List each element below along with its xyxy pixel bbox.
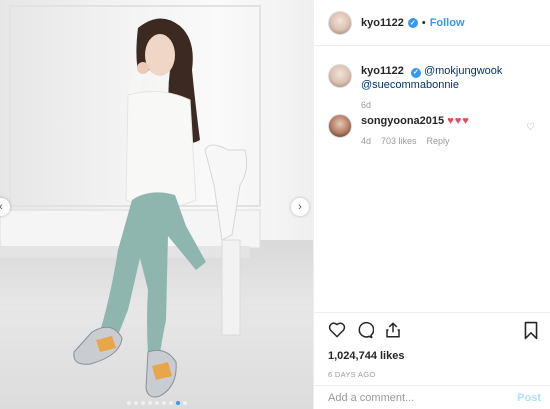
post-date[interactable]: 6 DAYS AGO: [328, 370, 375, 379]
post-photo[interactable]: ‹ ›: [0, 0, 313, 409]
share-upload-icon[interactable]: [384, 321, 402, 339]
comment-bubble-icon[interactable]: [356, 321, 374, 339]
header-username[interactable]: kyo1122: [361, 17, 404, 29]
comment-age[interactable]: 4d: [361, 134, 371, 148]
verified-badge-icon: ✓: [407, 17, 418, 28]
comment-row: songyoona2015 ♥♥♥ 4d 703 likes Reply: [328, 114, 470, 148]
post-button[interactable]: Post: [517, 392, 541, 404]
carousel-dots: [0, 401, 313, 405]
follow-button[interactable]: Follow: [430, 17, 465, 29]
photo-illustration: [0, 5, 261, 398]
carousel-dot: [154, 401, 159, 405]
add-comment-bar: Post: [314, 385, 550, 409]
header-separator: •: [421, 16, 426, 29]
caption-row: kyo1122 ✓ @mokjungwook @suecommabonnie 6…: [328, 64, 502, 112]
post-side-panel: kyo1122 ✓ • Follow kyo1122 ✓ @mokjungwoo…: [313, 0, 550, 409]
verified-badge-icon: ✓: [410, 68, 421, 78]
avatar[interactable]: [328, 114, 352, 138]
like-heart-icon[interactable]: [328, 321, 346, 339]
post-header: kyo1122 ✓ • Follow: [314, 0, 550, 46]
carousel-dot: [126, 401, 131, 405]
carousel-dot: [133, 401, 138, 405]
post-actions: 1,024,744 likes 6 DAYS AGO: [314, 312, 550, 379]
avatar[interactable]: [328, 64, 352, 88]
carousel-dot: [182, 401, 187, 405]
comment-input[interactable]: [328, 391, 498, 404]
caption-mention-1[interactable]: @mokjungwook: [424, 65, 502, 77]
carousel-dot: [168, 401, 173, 405]
comment-username[interactable]: songyoona2015: [361, 115, 444, 127]
carousel-dot: [140, 401, 145, 405]
avatar[interactable]: [328, 10, 352, 35]
likes-count[interactable]: 1,024,744 likes: [328, 350, 404, 362]
carousel-dot: [175, 401, 180, 405]
caption-mention-2[interactable]: @suecommabonnie: [361, 79, 459, 91]
caption-username[interactable]: kyo1122: [361, 65, 404, 77]
carousel-dot: [147, 401, 152, 405]
comment-like-heart-icon[interactable]: ♡: [526, 122, 535, 133]
caption-age[interactable]: 6d: [361, 98, 371, 112]
carousel-next-button[interactable]: ›: [291, 198, 309, 216]
reply-button[interactable]: Reply: [427, 134, 450, 148]
comment-likes[interactable]: 703 likes: [381, 134, 417, 148]
bookmark-icon[interactable]: [523, 321, 539, 340]
carousel-dot: [161, 401, 166, 405]
comment-text: ♥♥♥: [447, 115, 470, 127]
